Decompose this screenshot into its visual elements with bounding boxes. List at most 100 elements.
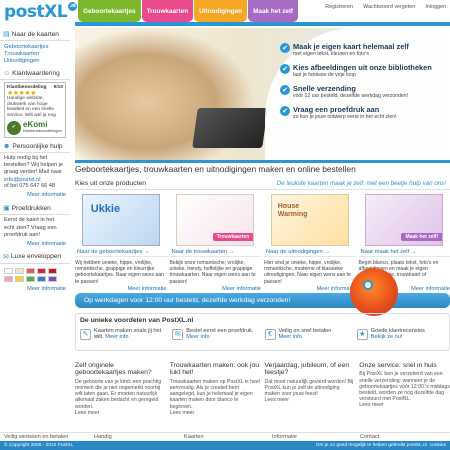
product-image[interactable]: Ukkie — [81, 194, 160, 246]
sidebar-heading-enveloppen: ✉ Luxe enveloppen — [0, 251, 70, 264]
hero-divider — [75, 160, 450, 163]
product-image[interactable]: Maak het zelf! — [365, 194, 444, 246]
info-column: Zelf originele geboortekaartjes maken? De… — [75, 362, 166, 416]
cookies-link[interactable]: cookies — [430, 443, 446, 448]
envelope-color-swatch[interactable] — [26, 267, 35, 274]
env-more-link[interactable]: Meer informatie — [0, 284, 70, 294]
product-list: Ukkie Naar de geboortekaartjes → Wij heb… — [75, 194, 450, 292]
page-title: Geboortekaartjes, trouwkaarten en uitnod… — [75, 164, 356, 174]
info-column: Verjaardag, jubileum, of een feestje? Dat… — [265, 362, 356, 416]
envelope-icon: ✉ — [3, 253, 9, 261]
tab-maak-het-zelf[interactable]: Maak het zelf — [248, 0, 298, 22]
heading-label: Luxe enveloppen — [10, 253, 62, 261]
register-link[interactable]: Registreren — [325, 4, 353, 10]
tab-geboortekaartjes[interactable]: Geboortekaartjes — [78, 0, 141, 22]
more-info-link[interactable]: Meer informatie — [264, 286, 356, 292]
proef-more-link[interactable]: Meer informatie — [0, 239, 70, 249]
footer-col-contact[interactable]: Contact — [356, 433, 446, 441]
envelope-color-swatch[interactable] — [26, 275, 35, 282]
feature-title: Maak je eigen kaart helemaal zelf — [293, 42, 409, 51]
product-ribbon: Maak het zelf! — [401, 233, 443, 241]
product-link[interactable]: Naar de geboortekaartjes → — [75, 248, 167, 257]
read-more-link[interactable]: Lees meer — [265, 397, 290, 403]
envelope-color-swatch[interactable] — [48, 267, 57, 274]
product-image[interactable]: Trouwkaarten — [176, 194, 255, 246]
more-info-link[interactable]: Meer informatie — [75, 286, 167, 292]
forgot-password-link[interactable]: Wachtwoord vergeten — [363, 4, 415, 10]
heading-label: Persoonlijke hulp — [12, 142, 63, 150]
laptop-image — [192, 108, 268, 148]
benefit-link[interactable]: Meer info — [186, 334, 209, 340]
product-geboortekaartjes: Ukkie Naar de geboortekaartjes → Wij heb… — [75, 194, 167, 292]
benefits-box: De unieke voordelen van PostXL.nl ✎ Kaart… — [75, 313, 450, 351]
help-phone: of bel 075 647 66 48 — [4, 183, 56, 190]
envelope-color-swatch[interactable] — [4, 275, 13, 282]
benefit-item: ✎ Kaarten maken zoals jij het wilt. Meer … — [80, 328, 168, 341]
envelope-color-swatch[interactable] — [48, 275, 57, 282]
tab-label: Geboortekaartjes — [83, 7, 136, 15]
tab-trouwkaarten[interactable]: Trouwkaarten — [141, 0, 194, 22]
product-link[interactable]: Naar maak het zelf → — [358, 248, 450, 257]
pencil-icon: ✎ — [80, 328, 91, 340]
help-more-link[interactable]: Meer informatie — [0, 190, 70, 200]
product-link[interactable]: Naar de trouwkaarten → — [169, 248, 261, 257]
product-image[interactable]: House Warming — [270, 194, 349, 246]
envelope-color-swatch[interactable] — [15, 275, 24, 282]
login-link[interactable]: Inloggen — [425, 4, 446, 10]
envelope-color-swatch[interactable] — [37, 267, 46, 274]
heading-label: Klantwaardering — [12, 70, 60, 77]
logo[interactable]: postXL .nl — [4, 2, 78, 22]
footer: Veilig winkelen en betalen Handig Kaarte… — [0, 432, 450, 441]
info-column: Trouwkaarten maken: ook jou lukt het! Tro… — [170, 362, 261, 416]
sidebar-heading-help: ☻ Persoonlijke hulp — [0, 141, 70, 153]
account-links: Registreren Wachtwoord vergeten Inloggen — [325, 4, 446, 10]
product-uitnodigingen: House Warming Naar de uitnodigingen → Hi… — [264, 194, 356, 292]
read-more-link[interactable]: Lees meer — [359, 402, 384, 408]
card-title: House Warming — [277, 203, 308, 218]
read-more-link[interactable]: Lees meer — [170, 410, 195, 416]
person-icon: ☻ — [3, 142, 11, 150]
footer-col-handig[interactable]: Handig — [90, 433, 180, 441]
envelope-color-swatch[interactable] — [15, 267, 24, 274]
benefit-link[interactable]: Meer info — [105, 334, 128, 340]
rating-score: 9/10 — [53, 85, 63, 90]
hero-feature: ✔ Vraag een proefdruk aan zo kun je jouw o… — [280, 105, 450, 120]
hero-features: ✔ Maak je eigen kaart helemaal zelf met ei… — [280, 42, 450, 126]
copyright-bar: © Copyright 2008 - 2012 PostXL Om je zo … — [0, 441, 450, 450]
product-desc: Wij hebben unieke, hippe, vrolijke, roma… — [75, 260, 164, 285]
tab-uitnodigingen[interactable]: Uitnodigingen — [194, 0, 248, 22]
slogan: De leukste kaarten maak je zelf, met een… — [276, 180, 446, 187]
sidebar-link-trouwkaarten[interactable]: Trouwkaarten — [0, 50, 70, 57]
column-heading: Trouwkaarten maken: ook jou lukt het! — [169, 362, 260, 377]
envelope-color-swatch[interactable] — [37, 275, 46, 282]
benefit-link[interactable]: Bekijk ze nu! — [371, 334, 403, 340]
sidebar-link-geboortekaartjes[interactable]: Geboortekaartjes — [0, 43, 70, 50]
sidebar-link-uitnodigingen[interactable]: Uitnodigingen — [0, 57, 70, 64]
envelope-color-swatch[interactable] — [4, 267, 13, 274]
thumbs-up-icon: ☺ — [3, 70, 11, 77]
benefit-text: Goede klantrecensies — [370, 328, 425, 334]
footer-col-veilig[interactable]: Veilig winkelen en betalen — [0, 433, 90, 441]
header-strip — [75, 22, 450, 26]
hero-banner[interactable]: ✔ Maak je eigen kaart helemaal zelf met ei… — [75, 28, 450, 162]
tab-label: Uitnodigingen — [199, 7, 243, 15]
ekomi-badge: ✔ eKomi Klantenbeoordelingen — [7, 120, 63, 135]
card-icon: ▤ — [3, 31, 10, 38]
tab-label: Trouwkaarten — [146, 7, 189, 15]
product-link[interactable]: Naar de uitnodigingen → — [264, 248, 356, 257]
feature-title: Snelle verzending — [293, 84, 356, 93]
benefit-link[interactable]: Meer info — [279, 334, 302, 340]
check-icon: ✔ — [280, 106, 290, 116]
heading-label: Proefdrukken — [11, 204, 51, 212]
proef-text: Eerst de kaart in het echt zien? Vraag e… — [4, 217, 57, 238]
help-email-link[interactable]: info@postxl.nl — [0, 176, 70, 183]
footer-col-informatie[interactable]: Informatie — [268, 433, 356, 441]
rating-widget[interactable]: Klantbeoordeling 9/10 ★★★★★ Handige websi… — [4, 82, 66, 138]
read-more-link[interactable]: Lees meer — [75, 410, 100, 416]
footer-col-kaarten[interactable]: Kaarten — [180, 433, 268, 441]
more-info-link[interactable]: Meer informatie — [170, 286, 261, 292]
feature-title: Vraag een proefdruk aan — [293, 105, 380, 114]
product-desc: Bekijk onze romantische, vrolijke, uniek… — [169, 260, 256, 285]
euro-icon: € — [264, 328, 276, 340]
ekomi-sub: Klantenbeoordelingen — [23, 127, 62, 133]
